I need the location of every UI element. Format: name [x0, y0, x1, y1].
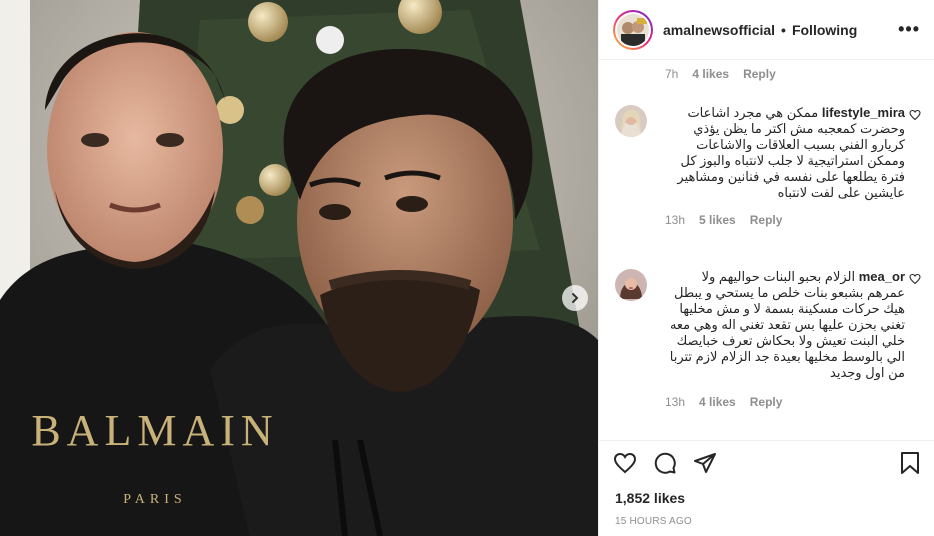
commenter-avatar[interactable] [615, 269, 647, 301]
comment-text: lifestyle_mira ممكن هي مجرد اشاعات وحضرت… [665, 105, 905, 201]
post-timestamp: 15 HOURS AGO [615, 516, 692, 527]
post-likes-count[interactable]: 1,852 likes [615, 490, 685, 506]
bookmark-icon [901, 451, 919, 474]
hoodie-sublogo: PARIS [123, 492, 187, 507]
paper-plane-icon [694, 452, 716, 473]
comment-item: mea_or الزلام بحبو البنات حواليهم ولا عم… [599, 269, 934, 409]
post-actions-bar [599, 440, 934, 484]
comments-list[interactable]: 7h 4 likes Reply lifestyle_mira ممكن هي … [599, 61, 934, 439]
post-header: amalnewsofficial • Following ••• [599, 0, 934, 60]
commenter-avatar-image [615, 269, 647, 301]
comment-bubble-icon [654, 452, 676, 474]
comment-text: mea_or الزلام بحبو البنات حواليهم ولا عم… [665, 269, 905, 381]
like-button[interactable] [613, 451, 637, 475]
commenter-username[interactable]: lifestyle_mira [822, 105, 905, 120]
heart-icon [613, 452, 637, 473]
like-comment-heart-icon[interactable] [909, 273, 921, 285]
comment-time: 13h [665, 213, 686, 227]
reply-button[interactable]: Reply [750, 395, 783, 409]
author-username[interactable]: amalnewsofficial [663, 22, 775, 38]
comment-meta: 13h 4 likes Reply [665, 395, 905, 409]
author-avatar[interactable] [613, 9, 653, 50]
reply-button[interactable]: Reply [750, 213, 783, 227]
comment-item: lifestyle_mira ممكن هي مجرد اشاعات وحضرت… [599, 105, 934, 227]
comment-body: الزلام بحبو البنات حواليهم ولا عمرهم بشب… [669, 269, 905, 380]
commenter-avatar-image [615, 105, 647, 137]
comment-likes[interactable]: 5 likes [699, 213, 736, 227]
reply-button[interactable]: Reply [743, 67, 776, 81]
more-options-icon[interactable]: ••• [898, 19, 920, 40]
save-button[interactable] [899, 451, 921, 475]
header-separator: • [781, 21, 786, 38]
next-photo-button[interactable] [562, 285, 588, 311]
comment-time: 13h [665, 395, 686, 409]
comment-meta: 13h 5 likes Reply [665, 213, 905, 227]
post-photo: BALMAIN PARIS [0, 0, 598, 536]
following-button[interactable]: Following [792, 22, 857, 38]
author-avatar-image [617, 13, 649, 46]
commenter-username[interactable]: mea_or [859, 269, 905, 284]
commenter-avatar[interactable] [615, 105, 647, 137]
comment-likes[interactable]: 4 likes [699, 395, 736, 409]
share-button[interactable] [693, 451, 717, 475]
comment-likes[interactable]: 4 likes [692, 67, 729, 81]
post-details-panel: amalnewsofficial • Following ••• 7h 4 li… [598, 0, 934, 536]
comment-button[interactable] [653, 451, 677, 475]
hoodie-logo: BALMAIN [31, 406, 279, 455]
chevron-right-icon [572, 293, 579, 303]
previous-comment-meta: 7h 4 likes Reply [665, 67, 776, 81]
comment-time: 7h [665, 67, 679, 81]
like-comment-heart-icon[interactable] [909, 109, 921, 121]
